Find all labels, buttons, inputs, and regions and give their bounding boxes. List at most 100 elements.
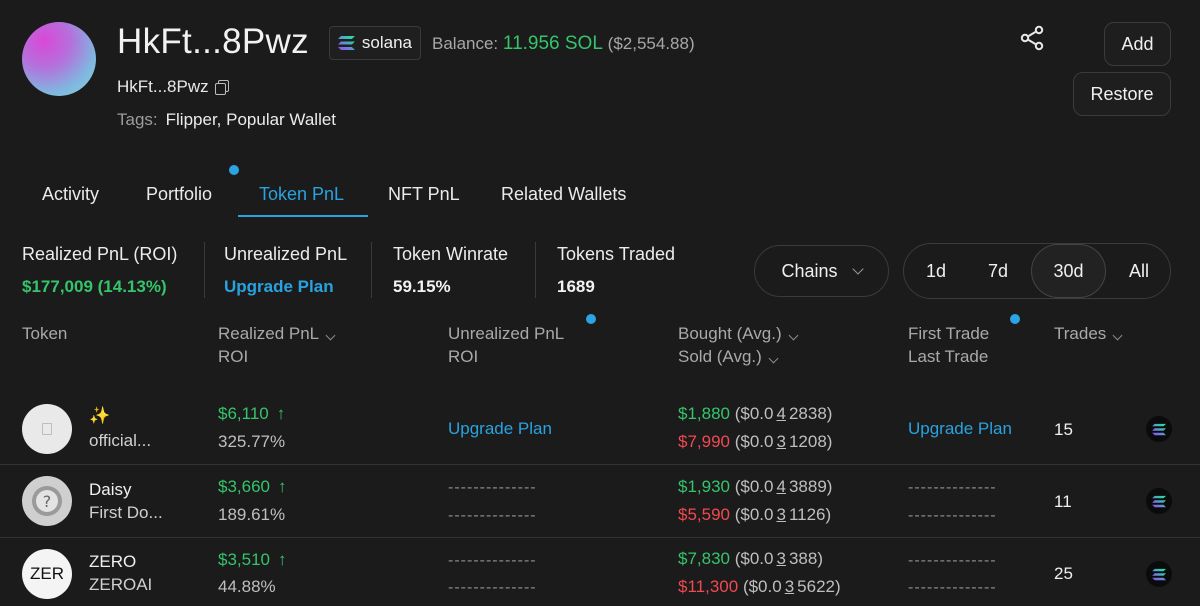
tab-portfolio[interactable]: Portfolio — [146, 184, 212, 205]
unrealized-pnl: -------------- — [448, 479, 537, 496]
bought-avg-zeros: 3 — [776, 549, 786, 568]
realized-roi: 189.61% — [218, 505, 286, 524]
last-trade: -------------- — [908, 579, 997, 596]
col-first-trade-label: First Trade — [908, 324, 990, 343]
col-bought-label: Bought (Avg.) — [678, 324, 782, 343]
tags-row: Tags: Flipper, Popular Wallet — [117, 110, 336, 130]
wallet-address: HkFt...8Pwz — [117, 77, 209, 96]
table-row[interactable]: ✨ official... $6,110 ↑ 325.77% Upgrade Pl… — [0, 392, 1200, 464]
restore-button[interactable]: Restore — [1073, 72, 1171, 116]
realized-pnl-value: $3,660 — [218, 477, 270, 496]
table-row[interactable]: ? Daisy First Do... $3,660 ↑ 189.61% ----… — [0, 465, 1200, 537]
sold-avg-rest: 1126) — [788, 505, 832, 524]
sold-usd: $5,590 — [678, 505, 730, 524]
range-1d[interactable]: 1d — [904, 244, 968, 298]
token-symbol: Daisy — [89, 480, 132, 499]
range-30d[interactable]: 30d — [1031, 244, 1106, 298]
realized-pnl: $6,110 ↑ — [218, 404, 285, 424]
tab-related-wallets[interactable]: Related Wallets — [501, 184, 626, 205]
bought-avg-rest: 388) — [788, 549, 823, 568]
solana-icon — [1146, 561, 1172, 587]
first-trade-upgrade-link[interactable]: Upgrade Plan — [908, 419, 1012, 439]
col-trades-label: Trades — [1054, 324, 1107, 343]
realized-pnl: $3,510 ↑ — [218, 550, 287, 570]
col-unrealized: Unrealized PnL ROI — [448, 322, 564, 368]
col-realized[interactable]: Realized PnL ROI — [218, 322, 336, 368]
stat-unrealized-upgrade-link[interactable]: Upgrade Plan — [224, 277, 347, 297]
arrow-up-icon: ↑ — [278, 550, 287, 569]
sold-usd: $7,990 — [678, 432, 730, 451]
sold-avg-prefix: ($0.0 — [734, 432, 774, 451]
stat-winrate-label: Token Winrate — [393, 244, 509, 264]
bought-usd: $1,930 — [678, 477, 730, 496]
tab-activity[interactable]: Activity — [42, 184, 99, 205]
image-placeholder-icon — [42, 423, 52, 435]
tab-bar: Activity Portfolio Token PnL NFT PnL Rel… — [0, 165, 1200, 218]
sold-cell: $7,990 ($0.0 3 1208) — [678, 432, 832, 452]
bought-cell: $1,930 ($0.0 4 3889) — [678, 477, 832, 497]
stat-divider — [371, 242, 372, 298]
last-trade: -------------- — [908, 507, 997, 524]
token-name: First Do... — [89, 503, 163, 522]
chains-dropdown[interactable]: Chains — [754, 245, 889, 297]
realized-roi: 325.77% — [218, 432, 286, 451]
sold-avg-prefix: ($0.0 — [734, 505, 774, 524]
portfolio-notification-dot — [229, 165, 239, 175]
tab-token-pnl[interactable]: Token PnL — [259, 184, 344, 205]
stat-realized: Realized PnL (ROI) $177,009 (14.13%) — [22, 244, 177, 297]
token-name: ZEROAI — [89, 575, 153, 594]
sold-usd: $11,300 — [678, 577, 739, 596]
add-button[interactable]: Add — [1104, 22, 1171, 66]
solana-icon-glyph — [1151, 423, 1166, 435]
col-sold-label: Sold (Avg.) — [678, 347, 762, 366]
token-symbol: ZERO — [89, 552, 137, 571]
share-icon[interactable] — [1018, 24, 1046, 52]
token-logo: ? — [22, 476, 72, 526]
col-trades[interactable]: Trades — [1054, 322, 1123, 345]
copy-icon[interactable] — [214, 80, 229, 95]
sold-avg-zeros: 3 — [784, 577, 795, 596]
wallet-title: HkFt...8Pwz — [117, 22, 309, 61]
balance: Balance: 11.956 SOL ($2,554.88) — [432, 33, 695, 55]
solana-icon — [338, 36, 355, 50]
realized-pnl: $3,660 ↑ — [218, 477, 287, 497]
unrealized-upgrade-link[interactable]: Upgrade Plan — [448, 419, 552, 439]
daisy-logo-icon: ? — [32, 486, 62, 516]
unrealized-pnl: -------------- — [448, 552, 537, 569]
table-row[interactable]: ZER ZERO ZEROAI $3,510 ↑ 44.88% ---------… — [0, 538, 1200, 606]
stat-divider — [204, 242, 205, 298]
solana-icon — [1146, 416, 1172, 442]
col-unrealized-roi-label: ROI — [448, 347, 479, 366]
stat-traded: Tokens Traded 1689 — [557, 244, 675, 297]
stat-realized-value: $177,009 (14.13%) — [22, 277, 167, 296]
bought-usd: $1,880 — [678, 404, 730, 423]
chevron-down-icon — [851, 263, 864, 275]
trades-count: 15 — [1054, 420, 1073, 439]
bought-avg-zeros: 4 — [776, 477, 786, 496]
tab-nft-pnl[interactable]: NFT PnL — [388, 184, 460, 205]
token-symbol: ✨ — [89, 406, 111, 425]
chevron-down-icon — [788, 330, 799, 341]
stat-unrealized-label: Unrealized PnL — [224, 244, 348, 264]
bought-avg-prefix: ($0.0 — [734, 549, 774, 568]
solana-icon — [1146, 488, 1172, 514]
wallet-avatar — [22, 22, 96, 96]
sold-avg-rest: 5622) — [797, 577, 841, 596]
realized-roi: 44.88% — [218, 577, 276, 596]
arrow-up-icon: ↑ — [278, 477, 287, 496]
realized-pnl-value: $3,510 — [218, 550, 270, 569]
range-all[interactable]: All — [1107, 244, 1171, 298]
chain-badge[interactable]: solana — [329, 26, 421, 60]
col-bought-sold[interactable]: Bought (Avg.) Sold (Avg.) — [678, 322, 799, 368]
bought-cell: $1,880 ($0.0 4 2838) — [678, 404, 832, 424]
chevron-down-icon — [1112, 330, 1123, 341]
balance-label: Balance: — [432, 34, 499, 53]
chains-dropdown-label: Chains — [781, 260, 838, 281]
stat-winrate: Token Winrate 59.15% — [393, 244, 508, 297]
range-7d[interactable]: 7d — [966, 244, 1030, 298]
first-trade: -------------- — [908, 552, 997, 569]
balance-sol: 11.956 SOL — [502, 33, 603, 54]
bought-avg-rest: 2838) — [788, 404, 833, 423]
sold-cell: $5,590 ($0.0 3 1126) — [678, 505, 831, 525]
sold-cell: $11,300 ($0.0 3 5622) — [678, 577, 841, 597]
